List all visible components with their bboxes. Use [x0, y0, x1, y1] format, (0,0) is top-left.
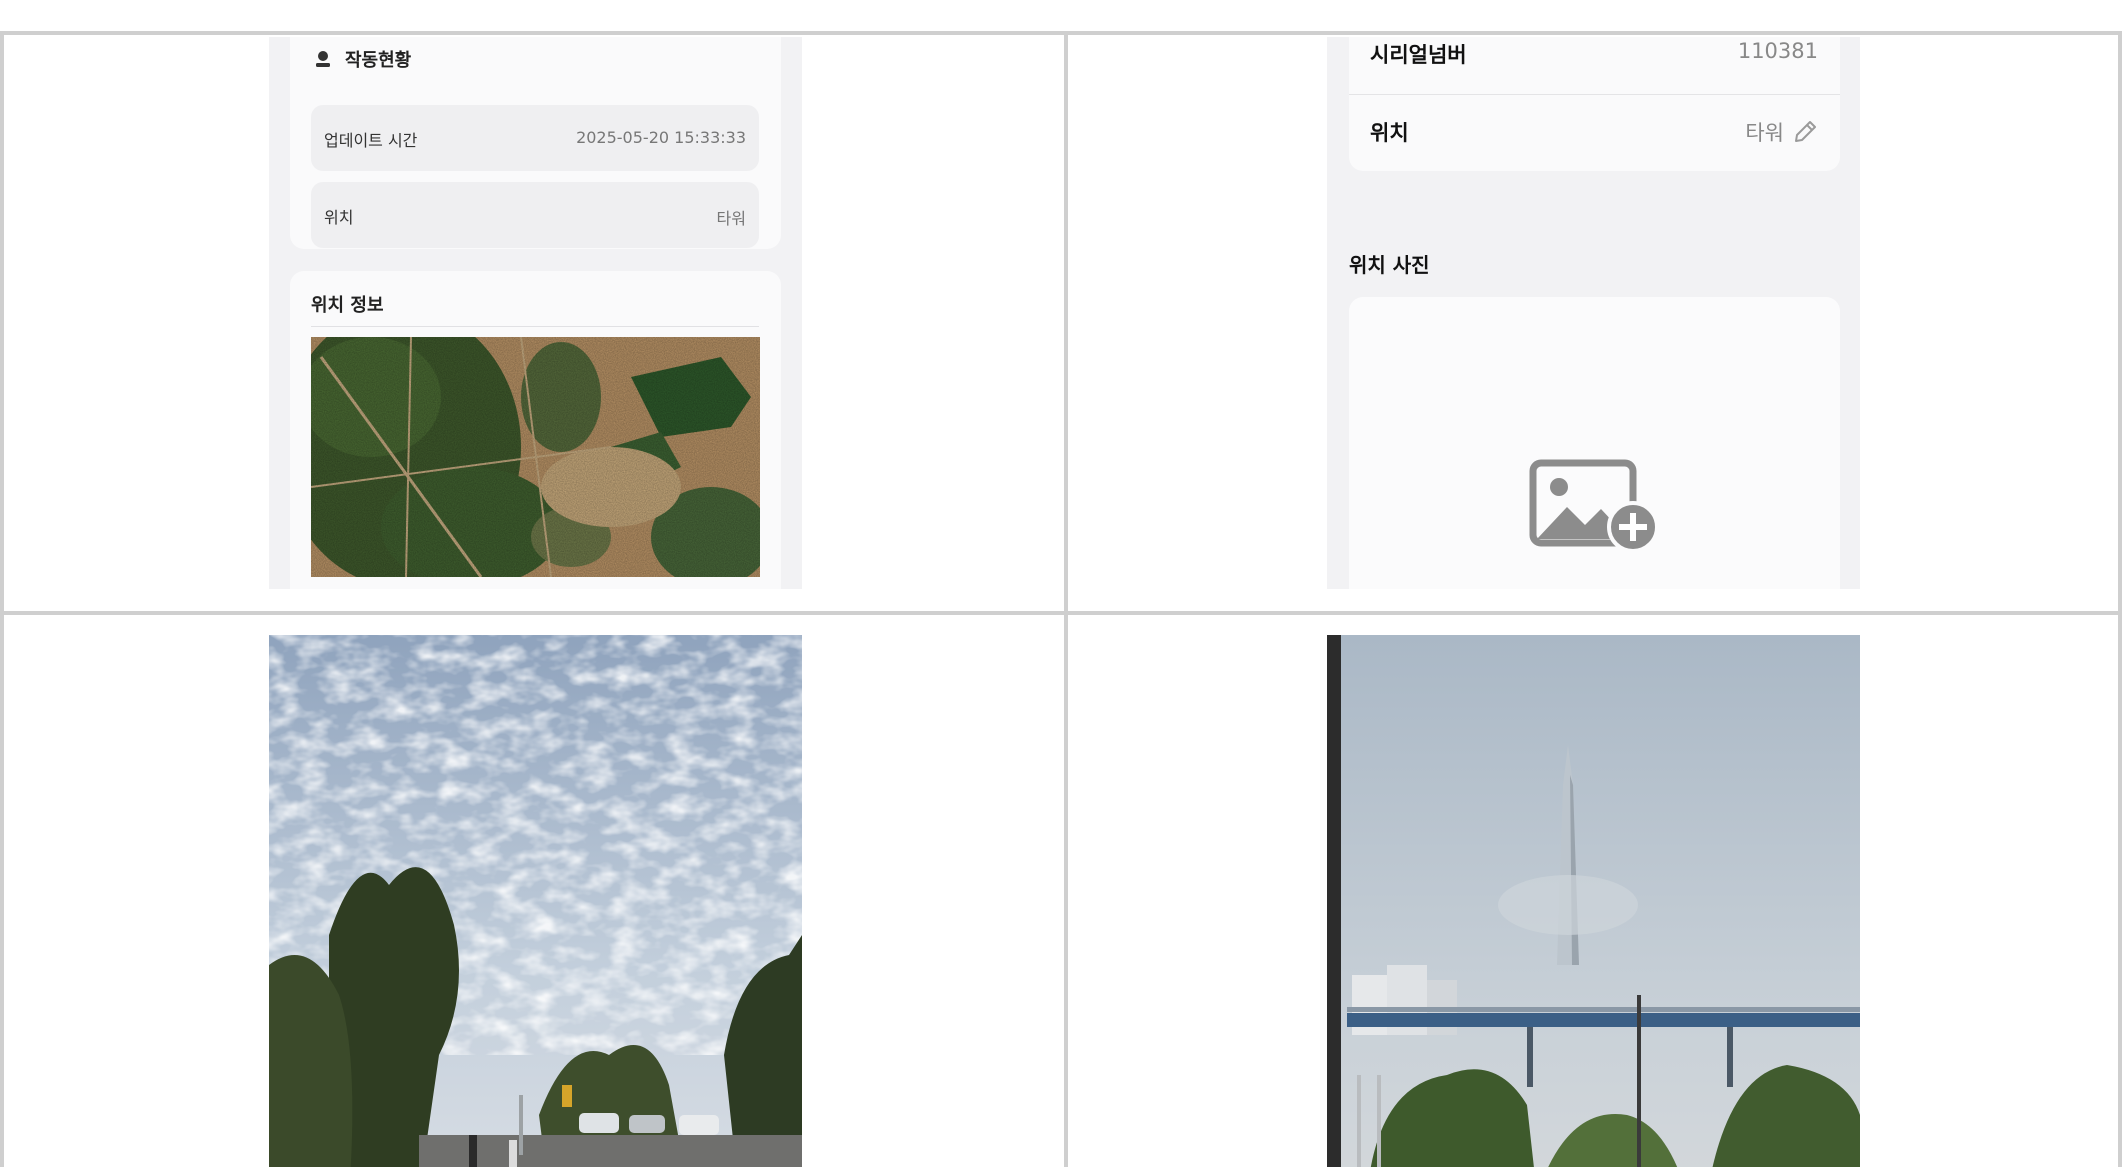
location-value: 타워 [1745, 121, 1784, 145]
status-row-location: 위치 타워 [311, 182, 759, 248]
grid-line-left [0, 31, 4, 1167]
status-row-label: 업데이트 시간 [324, 131, 418, 150]
status-row-label: 위치 [324, 208, 354, 227]
panel-bottom-left [6, 615, 1064, 1167]
location-row[interactable]: 위치 타워 [1349, 95, 1840, 171]
serial-label: 시리얼넘버 [1370, 43, 1467, 67]
pencil-icon[interactable] [1792, 119, 1818, 145]
location-photo-title: 위치 사진 [1349, 253, 1430, 277]
sky-street-photo [269, 635, 802, 1167]
add-photo-icon[interactable] [1529, 459, 1659, 555]
status-section-header: 작동현황 [313, 45, 411, 73]
status-row-value: 타워 [716, 209, 746, 228]
panel-top-right: 시리얼넘버 110381 위치 타워 위치 사진 [1068, 37, 2118, 609]
person-icon [316, 51, 330, 67]
location-label: 위치 [1370, 121, 1409, 145]
tower-fog-photo [1327, 635, 1860, 1167]
panel-bottom-right [1068, 615, 2118, 1167]
grid-line-top [0, 31, 2122, 35]
serial-value: 110381 [1737, 39, 1818, 63]
divider [311, 326, 759, 327]
status-row-update-time: 업데이트 시간 2025-05-20 15:33:33 [311, 105, 759, 171]
phone-screen: 시리얼넘버 110381 위치 타워 위치 사진 [1327, 37, 1860, 589]
panel-top-left: 작동현황 업데이트 시간 2025-05-20 15:33:33 위치 타워 위… [6, 37, 1064, 609]
status-section-title: 작동현황 [345, 50, 412, 71]
status-row-value: 2025-05-20 15:33:33 [576, 128, 746, 147]
serial-row: 시리얼넘버 110381 [1349, 37, 1840, 94]
location-info-card: 위치 정보 [290, 271, 781, 589]
status-card: 작동현황 업데이트 시간 2025-05-20 15:33:33 위치 타워 [290, 37, 781, 249]
location-info-title: 위치 정보 [311, 295, 384, 316]
info-card: 시리얼넘버 110381 위치 타워 [1349, 37, 1840, 171]
satellite-map-image [311, 337, 760, 577]
photo-upload-box[interactable] [1349, 297, 1840, 589]
phone-screen: 작동현황 업데이트 시간 2025-05-20 15:33:33 위치 타워 위… [269, 37, 802, 589]
grid-line-right [2118, 31, 2122, 1167]
